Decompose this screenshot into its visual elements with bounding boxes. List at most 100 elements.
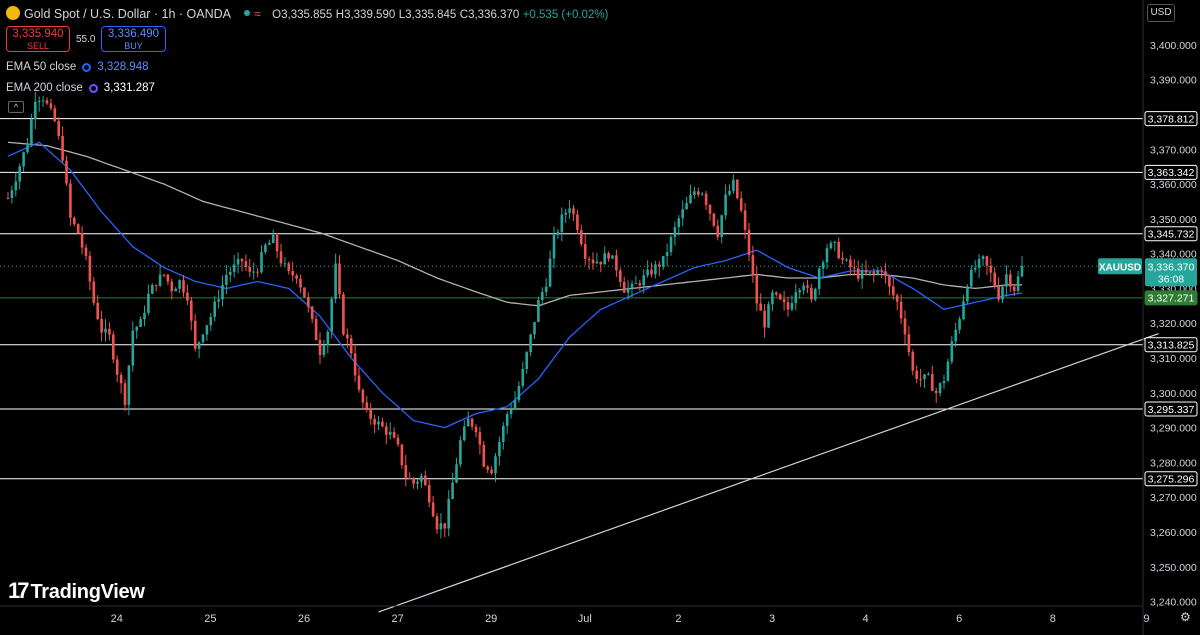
sell-price: 3,335.940 bbox=[12, 28, 64, 40]
candle-body bbox=[615, 255, 618, 271]
candle-body bbox=[154, 284, 158, 286]
candle-body bbox=[158, 274, 162, 286]
candle-body bbox=[486, 466, 489, 470]
candle-body bbox=[599, 261, 603, 265]
candle-body bbox=[197, 342, 201, 349]
candle-body bbox=[583, 243, 587, 259]
candle-body bbox=[240, 258, 244, 262]
candle-body bbox=[57, 120, 60, 136]
candle-body bbox=[946, 361, 950, 382]
candle-body bbox=[720, 215, 723, 237]
candle-body bbox=[798, 290, 801, 293]
candle-body bbox=[420, 475, 423, 482]
candle-body bbox=[61, 135, 64, 161]
candle-body bbox=[661, 255, 665, 267]
candle-body bbox=[310, 306, 314, 320]
candle-body bbox=[989, 265, 993, 273]
candle-body bbox=[416, 481, 419, 484]
candle-body bbox=[447, 498, 450, 529]
x-tick-label: 24 bbox=[111, 613, 123, 625]
candle-body bbox=[564, 212, 567, 215]
candle-body bbox=[576, 214, 579, 231]
candle-body bbox=[338, 263, 341, 295]
candle-body bbox=[977, 258, 981, 268]
candle-body bbox=[934, 390, 938, 394]
candle-body bbox=[739, 198, 743, 211]
candle-body bbox=[950, 341, 954, 362]
candle-body bbox=[732, 179, 735, 191]
candle-body bbox=[104, 328, 107, 333]
candle-body bbox=[455, 464, 458, 483]
candle-body bbox=[814, 288, 817, 300]
candle-body bbox=[349, 338, 353, 354]
candle-body bbox=[778, 294, 782, 300]
candle-body bbox=[970, 269, 973, 287]
candle-body bbox=[271, 234, 275, 243]
candle-body bbox=[205, 325, 209, 335]
candle-body bbox=[314, 319, 318, 341]
candle-body bbox=[115, 359, 119, 375]
candle-body bbox=[96, 302, 99, 320]
candle-body bbox=[802, 285, 805, 291]
price-axis: 3,400.0003,390.0003,380.0003,370.0003,36… bbox=[1098, 0, 1198, 635]
ema50-legend[interactable]: EMA 50 close 3,328.948 bbox=[6, 61, 149, 73]
candle-body bbox=[552, 234, 556, 259]
candle-body bbox=[22, 152, 25, 167]
y-tick-label: 3,280.000 bbox=[1150, 457, 1197, 469]
candle-body bbox=[135, 327, 138, 331]
candle-body bbox=[443, 523, 447, 529]
ema200-legend[interactable]: EMA 200 close 3,331.287 bbox=[6, 82, 155, 94]
ema200-value: 3,331.287 bbox=[103, 82, 155, 94]
low-value: L3,335.845 bbox=[398, 9, 457, 21]
currency-button[interactable]: USD bbox=[1147, 4, 1175, 22]
candle-body bbox=[494, 456, 497, 474]
candle-body bbox=[747, 229, 751, 256]
candle-body bbox=[100, 319, 103, 333]
candle-body bbox=[482, 444, 486, 467]
candle-body bbox=[260, 251, 263, 273]
candle-body bbox=[474, 426, 478, 433]
candle-body bbox=[537, 299, 540, 322]
candle-body bbox=[880, 270, 883, 272]
x-tick-label: 25 bbox=[204, 613, 216, 625]
buy-button[interactable]: 3,336.490 BUY bbox=[101, 26, 166, 52]
ema50-label: EMA 50 close bbox=[6, 61, 77, 73]
price-chart[interactable]: 3,400.0003,390.0003,380.0003,370.0003,36… bbox=[0, 0, 1200, 635]
candle-body bbox=[229, 271, 232, 275]
candle-body bbox=[209, 316, 213, 326]
candle-body bbox=[829, 242, 833, 249]
candle-body bbox=[37, 101, 41, 103]
candle-body bbox=[439, 523, 443, 530]
candle-body bbox=[498, 441, 501, 457]
settings-gear-icon[interactable]: ⚙ bbox=[1180, 610, 1191, 624]
candle-body bbox=[287, 263, 291, 272]
candle-body bbox=[396, 437, 400, 445]
sell-button[interactable]: 3,335.940 SELL bbox=[6, 26, 70, 52]
candle-body bbox=[69, 183, 72, 218]
candle-body bbox=[466, 418, 470, 427]
candle-body bbox=[716, 225, 720, 237]
candle-body bbox=[767, 304, 770, 328]
candle-body bbox=[907, 334, 911, 353]
candle-body bbox=[669, 236, 673, 253]
candle-body bbox=[513, 400, 517, 410]
candle-body bbox=[724, 194, 727, 216]
x-tick-label: 6 bbox=[956, 613, 962, 625]
candle-body bbox=[346, 334, 349, 339]
y-tick-label: 3,370.000 bbox=[1150, 144, 1197, 156]
x-tick-label: 29 bbox=[485, 613, 497, 625]
y-tick-label: 3,290.000 bbox=[1150, 423, 1197, 435]
candle-body bbox=[264, 244, 267, 252]
y-tick-label: 3,400.000 bbox=[1150, 40, 1197, 52]
candle-body bbox=[665, 252, 669, 256]
high-value: H3,339.590 bbox=[335, 9, 396, 21]
candle-body bbox=[533, 321, 536, 335]
candle-body bbox=[217, 299, 220, 302]
candle-body bbox=[1005, 274, 1008, 287]
candle-body bbox=[751, 255, 755, 276]
y-tick-label: 3,320.000 bbox=[1150, 318, 1197, 330]
candle-body bbox=[307, 297, 310, 307]
candle-body bbox=[108, 328, 111, 335]
collapse-legend-button[interactable]: ^ bbox=[8, 101, 24, 113]
candle-body bbox=[895, 295, 899, 302]
